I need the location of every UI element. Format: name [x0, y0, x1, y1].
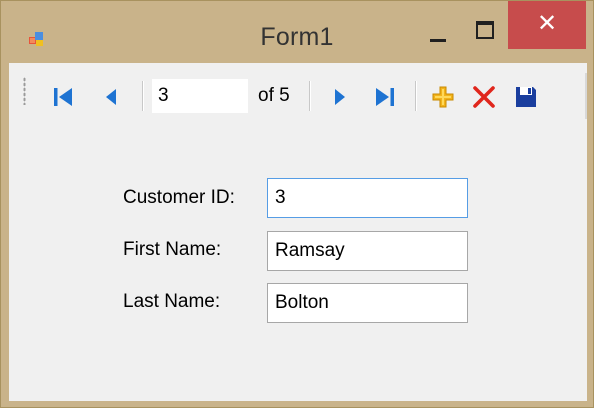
position-input[interactable] [152, 79, 248, 113]
customer-id-label: Customer ID: [123, 187, 235, 208]
form-client-area: of 5 [9, 63, 587, 401]
maximize-button[interactable] [462, 9, 506, 53]
save-button[interactable] [514, 85, 538, 109]
move-first-icon [54, 88, 72, 106]
minimize-button[interactable] [417, 9, 461, 53]
count-label: of 5 [258, 85, 290, 106]
add-new-icon [432, 86, 454, 108]
add-new-button[interactable] [431, 85, 455, 109]
last-name-input[interactable] [267, 283, 468, 323]
close-icon: ✕ [536, 10, 558, 37]
move-previous-button[interactable] [99, 85, 123, 109]
save-icon [516, 87, 536, 107]
toolstrip-separator [415, 81, 417, 111]
close-button[interactable]: ✕ [508, 1, 586, 49]
move-next-icon [335, 89, 345, 105]
move-previous-icon [106, 89, 116, 105]
move-next-button[interactable] [328, 85, 352, 109]
delete-icon [473, 86, 495, 108]
move-last-icon [376, 88, 394, 106]
toolstrip-separator [309, 81, 311, 111]
binding-navigator: of 5 [9, 63, 587, 125]
delete-button[interactable] [472, 85, 496, 109]
customer-id-input[interactable] [267, 178, 468, 218]
toolstrip-separator [142, 81, 144, 111]
title-bar[interactable]: Form1 ✕ [1, 1, 593, 61]
toolstrip-edge [585, 73, 587, 119]
toolstrip-grip-icon[interactable] [23, 77, 26, 105]
first-name-label: First Name: [123, 239, 222, 260]
last-name-label: Last Name: [123, 291, 221, 312]
move-first-button[interactable] [51, 85, 75, 109]
first-name-input[interactable] [267, 231, 468, 271]
move-last-button[interactable] [373, 85, 397, 109]
form1-window: Form1 ✕ of 5 [0, 0, 594, 408]
